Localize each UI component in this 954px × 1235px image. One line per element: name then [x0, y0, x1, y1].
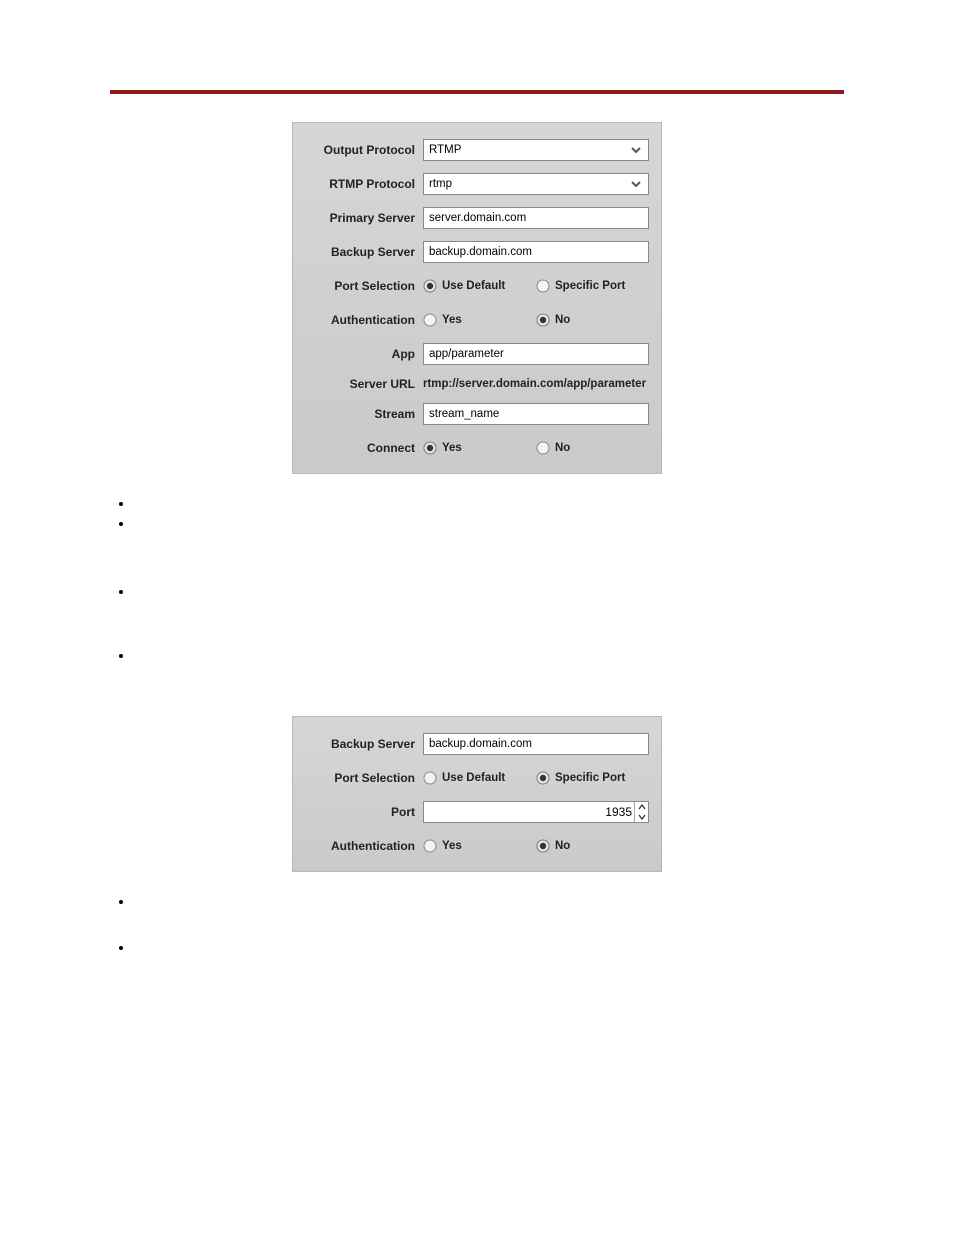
bullet-item [134, 584, 844, 602]
row-backup-server: Backup Server [305, 235, 649, 269]
bullet-item [134, 894, 844, 912]
radio-specific-port-2[interactable]: Specific Port [536, 771, 649, 785]
radio-label: No [555, 840, 570, 852]
radio-icon-selected [536, 839, 550, 853]
select-rtmp-protocol[interactable]: rtmp [423, 173, 649, 195]
spinner-down[interactable] [635, 812, 648, 822]
input-stream-field[interactable] [429, 408, 643, 420]
chevron-down-icon [629, 178, 643, 190]
bullet-item [134, 516, 844, 534]
row-authentication-2: Authentication Yes No [305, 829, 649, 863]
value-server-url: rtmp://server.domain.com/app/parameter [423, 378, 646, 390]
radio-auth-no[interactable]: No [536, 313, 649, 327]
label-output-protocol: Output Protocol [305, 143, 423, 157]
label-backup-server: Backup Server [305, 245, 423, 259]
input-primary-server[interactable] [423, 207, 649, 229]
select-output-protocol[interactable]: RTMP [423, 139, 649, 161]
radio-connect-no[interactable]: No [536, 441, 649, 455]
radio-label: Yes [442, 840, 462, 852]
spinner-buttons [634, 802, 648, 822]
radio-auth-no-2[interactable]: No [536, 839, 649, 853]
top-border [110, 90, 844, 94]
select-value: RTMP [429, 144, 461, 156]
row-authentication: Authentication Yes No [305, 303, 649, 337]
radio-icon-unselected [423, 313, 437, 327]
row-output-protocol: Output Protocol RTMP [305, 133, 649, 167]
row-stream: Stream [305, 397, 649, 431]
label-port-selection-2: Port Selection [305, 771, 423, 785]
row-server-url: Server URL rtmp://server.domain.com/app/… [305, 371, 649, 397]
label-stream: Stream [305, 407, 423, 421]
input-app-field[interactable] [429, 348, 643, 360]
bullet-list-2 [134, 894, 844, 958]
row-port-selection: Port Selection Use Default Specific Port [305, 269, 649, 303]
input-backup-server-2-field[interactable] [429, 738, 643, 750]
input-backup-server[interactable] [423, 241, 649, 263]
row-backup-server-2: Backup Server [305, 727, 649, 761]
input-app[interactable] [423, 343, 649, 365]
chevron-down-icon [629, 144, 643, 156]
spinner-up[interactable] [635, 802, 648, 812]
label-backup-server-2: Backup Server [305, 737, 423, 751]
label-authentication-2: Authentication [305, 839, 423, 853]
radio-icon-selected [423, 441, 437, 455]
row-port: Port 1935 [305, 795, 649, 829]
row-app: App [305, 337, 649, 371]
radio-icon-unselected [423, 771, 437, 785]
radio-use-default-2[interactable]: Use Default [423, 771, 536, 785]
radio-specific-port[interactable]: Specific Port [536, 279, 649, 293]
port-value: 1935 [605, 805, 634, 819]
radio-label: Specific Port [555, 772, 625, 784]
row-port-selection-2: Port Selection Use Default Specific Port [305, 761, 649, 795]
radio-icon-selected [536, 313, 550, 327]
label-server-url: Server URL [305, 377, 423, 391]
radio-use-default[interactable]: Use Default [423, 279, 536, 293]
input-primary-server-field[interactable] [429, 212, 643, 224]
row-rtmp-protocol: RTMP Protocol rtmp [305, 167, 649, 201]
label-connect: Connect [305, 441, 423, 455]
label-rtmp-protocol: RTMP Protocol [305, 177, 423, 191]
label-port-selection: Port Selection [305, 279, 423, 293]
row-primary-server: Primary Server [305, 201, 649, 235]
radio-icon-unselected [536, 279, 550, 293]
radio-auth-yes[interactable]: Yes [423, 313, 536, 327]
row-connect: Connect Yes No [305, 431, 649, 465]
radio-auth-yes-2[interactable]: Yes [423, 839, 536, 853]
radio-connect-yes[interactable]: Yes [423, 441, 536, 455]
radio-icon-unselected [536, 441, 550, 455]
radio-icon-selected [536, 771, 550, 785]
radio-label: No [555, 442, 570, 454]
bullet-item [134, 648, 844, 666]
label-authentication: Authentication [305, 313, 423, 327]
input-port[interactable]: 1935 [423, 801, 649, 823]
document-page: Output Protocol RTMP RTMP Protocol rtmp [0, 0, 954, 1046]
select-value: rtmp [429, 178, 452, 190]
radio-label: Yes [442, 314, 462, 326]
config-panel-main: Output Protocol RTMP RTMP Protocol rtmp [292, 122, 662, 474]
radio-label: Yes [442, 442, 462, 454]
radio-label: Specific Port [555, 280, 625, 292]
label-primary-server: Primary Server [305, 211, 423, 225]
label-app: App [305, 347, 423, 361]
bullet-item [134, 496, 844, 514]
config-panel-secondary: Backup Server Port Selection Use Default [292, 716, 662, 872]
bullet-list-1 [134, 496, 844, 666]
radio-icon-unselected [423, 839, 437, 853]
bullet-item [134, 940, 844, 958]
label-port: Port [305, 805, 423, 819]
radio-icon-selected [423, 279, 437, 293]
radio-label: Use Default [442, 772, 505, 784]
input-stream[interactable] [423, 403, 649, 425]
input-backup-server-2[interactable] [423, 733, 649, 755]
radio-label: No [555, 314, 570, 326]
radio-label: Use Default [442, 280, 505, 292]
input-backup-server-field[interactable] [429, 246, 643, 258]
